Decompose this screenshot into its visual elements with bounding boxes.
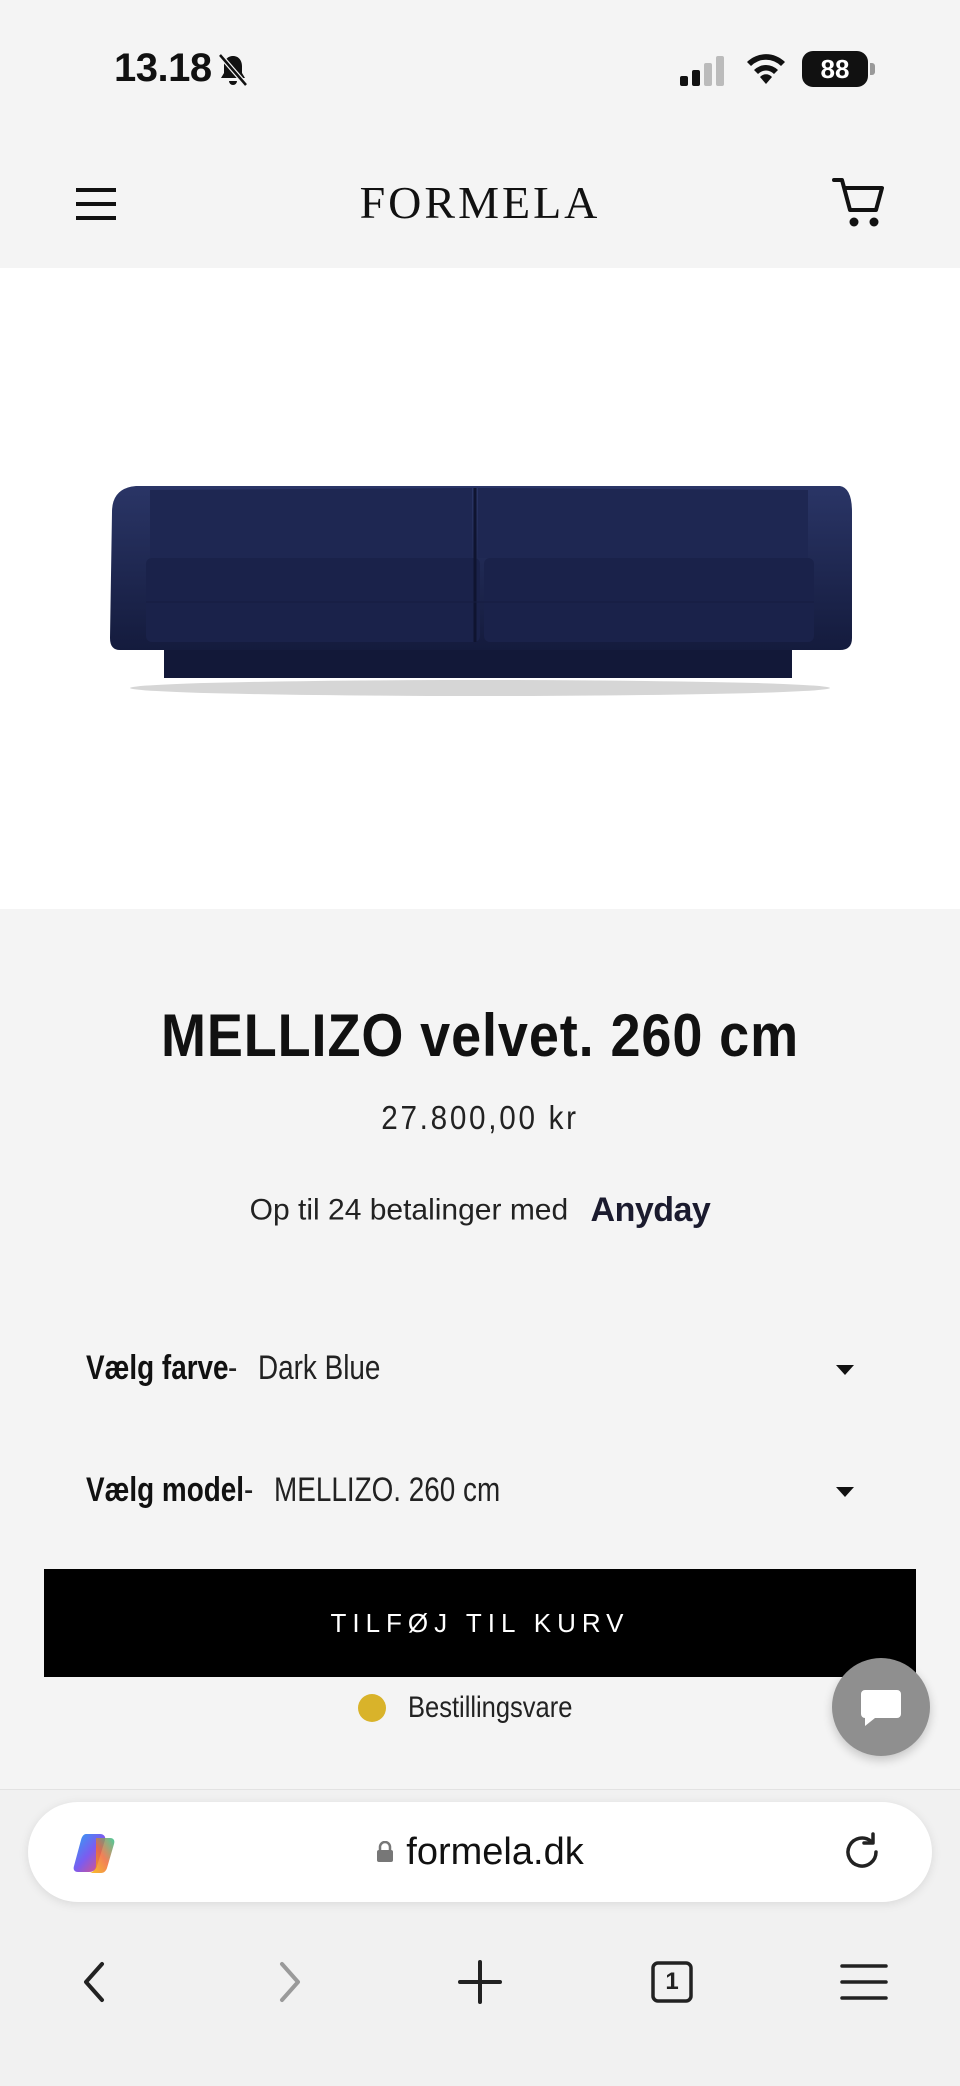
installments-info[interactable]: Op til 24 betalinger med Anyday — [0, 1191, 960, 1230]
model-select-separator: - — [244, 1471, 254, 1509]
new-tab-icon[interactable] — [450, 1952, 510, 2012]
address-bar[interactable]: formela.dk — [28, 1802, 932, 1902]
site-logo[interactable]: FORMELA — [0, 176, 960, 229]
battery-level: 88 — [820, 54, 850, 84]
product-price: 27.800,00 kr — [381, 1099, 579, 1136]
shopping-cart-icon[interactable] — [832, 174, 888, 232]
tab-count: 1 — [665, 1968, 679, 1995]
forward-icon[interactable] — [258, 1952, 318, 2012]
color-select[interactable]: Vælg farve - Dark Blue — [86, 1335, 876, 1405]
model-select-label: Vælg model — [86, 1471, 245, 1509]
model-select[interactable]: Vælg model - MELLIZO. 260 cm — [86, 1457, 876, 1527]
battery-icon: 88 — [802, 51, 876, 87]
site-header: FORMELA — [0, 140, 960, 268]
availability-text: Bestillingsvare — [408, 1691, 573, 1724]
status-time: 13.18 — [114, 46, 212, 90]
lock-icon — [377, 1841, 394, 1862]
model-select-value: MELLIZO. 260 cm — [274, 1471, 501, 1509]
url-text: formela.dk — [406, 1831, 584, 1873]
status-bar: 13.18 88 — [0, 0, 960, 140]
chevron-down-icon — [836, 1365, 854, 1375]
product-image[interactable] — [0, 268, 960, 909]
color-select-value: Dark Blue — [258, 1349, 381, 1387]
browser-toolbar: formela.dk 1 — [0, 1789, 960, 2086]
bell-off-icon — [218, 53, 248, 87]
url-display[interactable]: formela.dk — [28, 1802, 932, 1902]
browser-nav-bar: 1 — [0, 1930, 960, 2030]
installments-text: Op til 24 betalinger med — [249, 1193, 569, 1227]
chat-button[interactable] — [832, 1658, 930, 1756]
browser-menu-icon[interactable] — [834, 1952, 894, 2012]
cellular-signal-icon — [680, 56, 724, 86]
status-dot-icon — [358, 1694, 387, 1722]
add-to-cart-button[interactable]: TILFØJ TIL KURV — [44, 1569, 916, 1677]
availability-status: Bestillingsvare — [0, 1691, 960, 1725]
anyday-logo: Anyday — [590, 1191, 711, 1229]
product-info: MELLIZO velvet. 260 cm 27.800,00 kr Op t… — [0, 909, 960, 1789]
sofa-image — [110, 486, 852, 696]
color-select-separator: - — [228, 1349, 238, 1387]
product-title: MELLIZO velvet. 260 cm — [160, 1002, 800, 1069]
wifi-icon — [747, 54, 785, 84]
reload-icon[interactable] — [840, 1830, 884, 1874]
chat-bubble-icon — [861, 1690, 901, 1726]
back-icon[interactable] — [66, 1952, 126, 2012]
tabs-button[interactable]: 1 — [642, 1952, 702, 2012]
chevron-down-icon — [836, 1487, 854, 1497]
color-select-label: Vælg farve — [86, 1349, 229, 1387]
